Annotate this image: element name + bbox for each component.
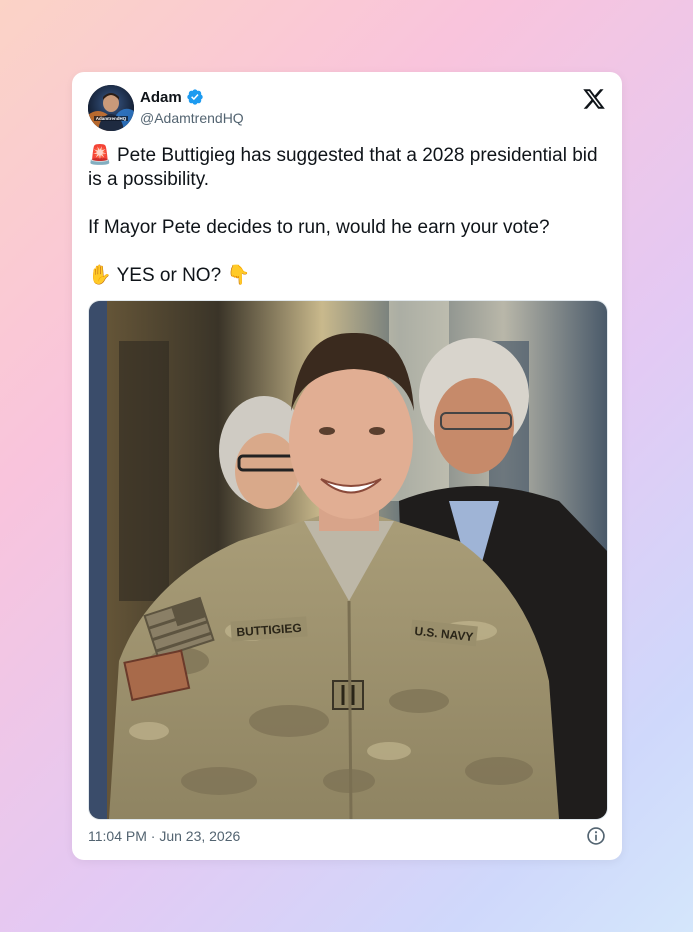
avatar-image: AdamtrendHQ — [88, 85, 134, 131]
info-icon[interactable] — [586, 826, 606, 846]
x-logo-icon[interactable] — [582, 87, 606, 111]
tweet-line-3-text: YES or NO? — [111, 265, 227, 286]
avatar[interactable]: AdamtrendHQ — [88, 85, 134, 131]
pointing-down-icon: 👇 — [226, 265, 251, 286]
verified-badge-icon — [187, 89, 203, 105]
tweet-line-2: If Mayor Pete decides to run, would he e… — [88, 217, 550, 238]
siren-icon: 🚨 — [88, 145, 112, 166]
tweet-timestamp[interactable]: 11:04 PM · Jun 23, 2026 — [88, 828, 240, 844]
svg-text:AdamtrendHQ: AdamtrendHQ — [96, 116, 127, 121]
tweet-card: AdamtrendHQ Adam @AdamtrendHQ 🚨 Pete But… — [72, 72, 622, 860]
display-name[interactable]: Adam — [140, 89, 182, 106]
author-names: Adam @AdamtrendHQ — [140, 87, 244, 127]
tweet-photo[interactable]: BUTTIGIEG U.S. NAVY — [88, 300, 608, 820]
tweet-text: 🚨 Pete Buttigieg has suggested that a 20… — [88, 144, 608, 288]
tweet-header: AdamtrendHQ Adam @AdamtrendHQ — [88, 85, 606, 131]
tweet-line-3: ✋ YES or NO? 👇 — [88, 264, 608, 288]
raised-hand-icon: ✋ — [88, 265, 112, 286]
photo-illustration: BUTTIGIEG U.S. NAVY — [89, 301, 607, 819]
tweet-line-1-text: Pete Buttigieg has suggested that a 2028… — [88, 145, 598, 190]
handle[interactable]: @AdamtrendHQ — [140, 110, 244, 126]
tweet-line-1: 🚨 Pete Buttigieg has suggested that a 20… — [88, 144, 608, 192]
